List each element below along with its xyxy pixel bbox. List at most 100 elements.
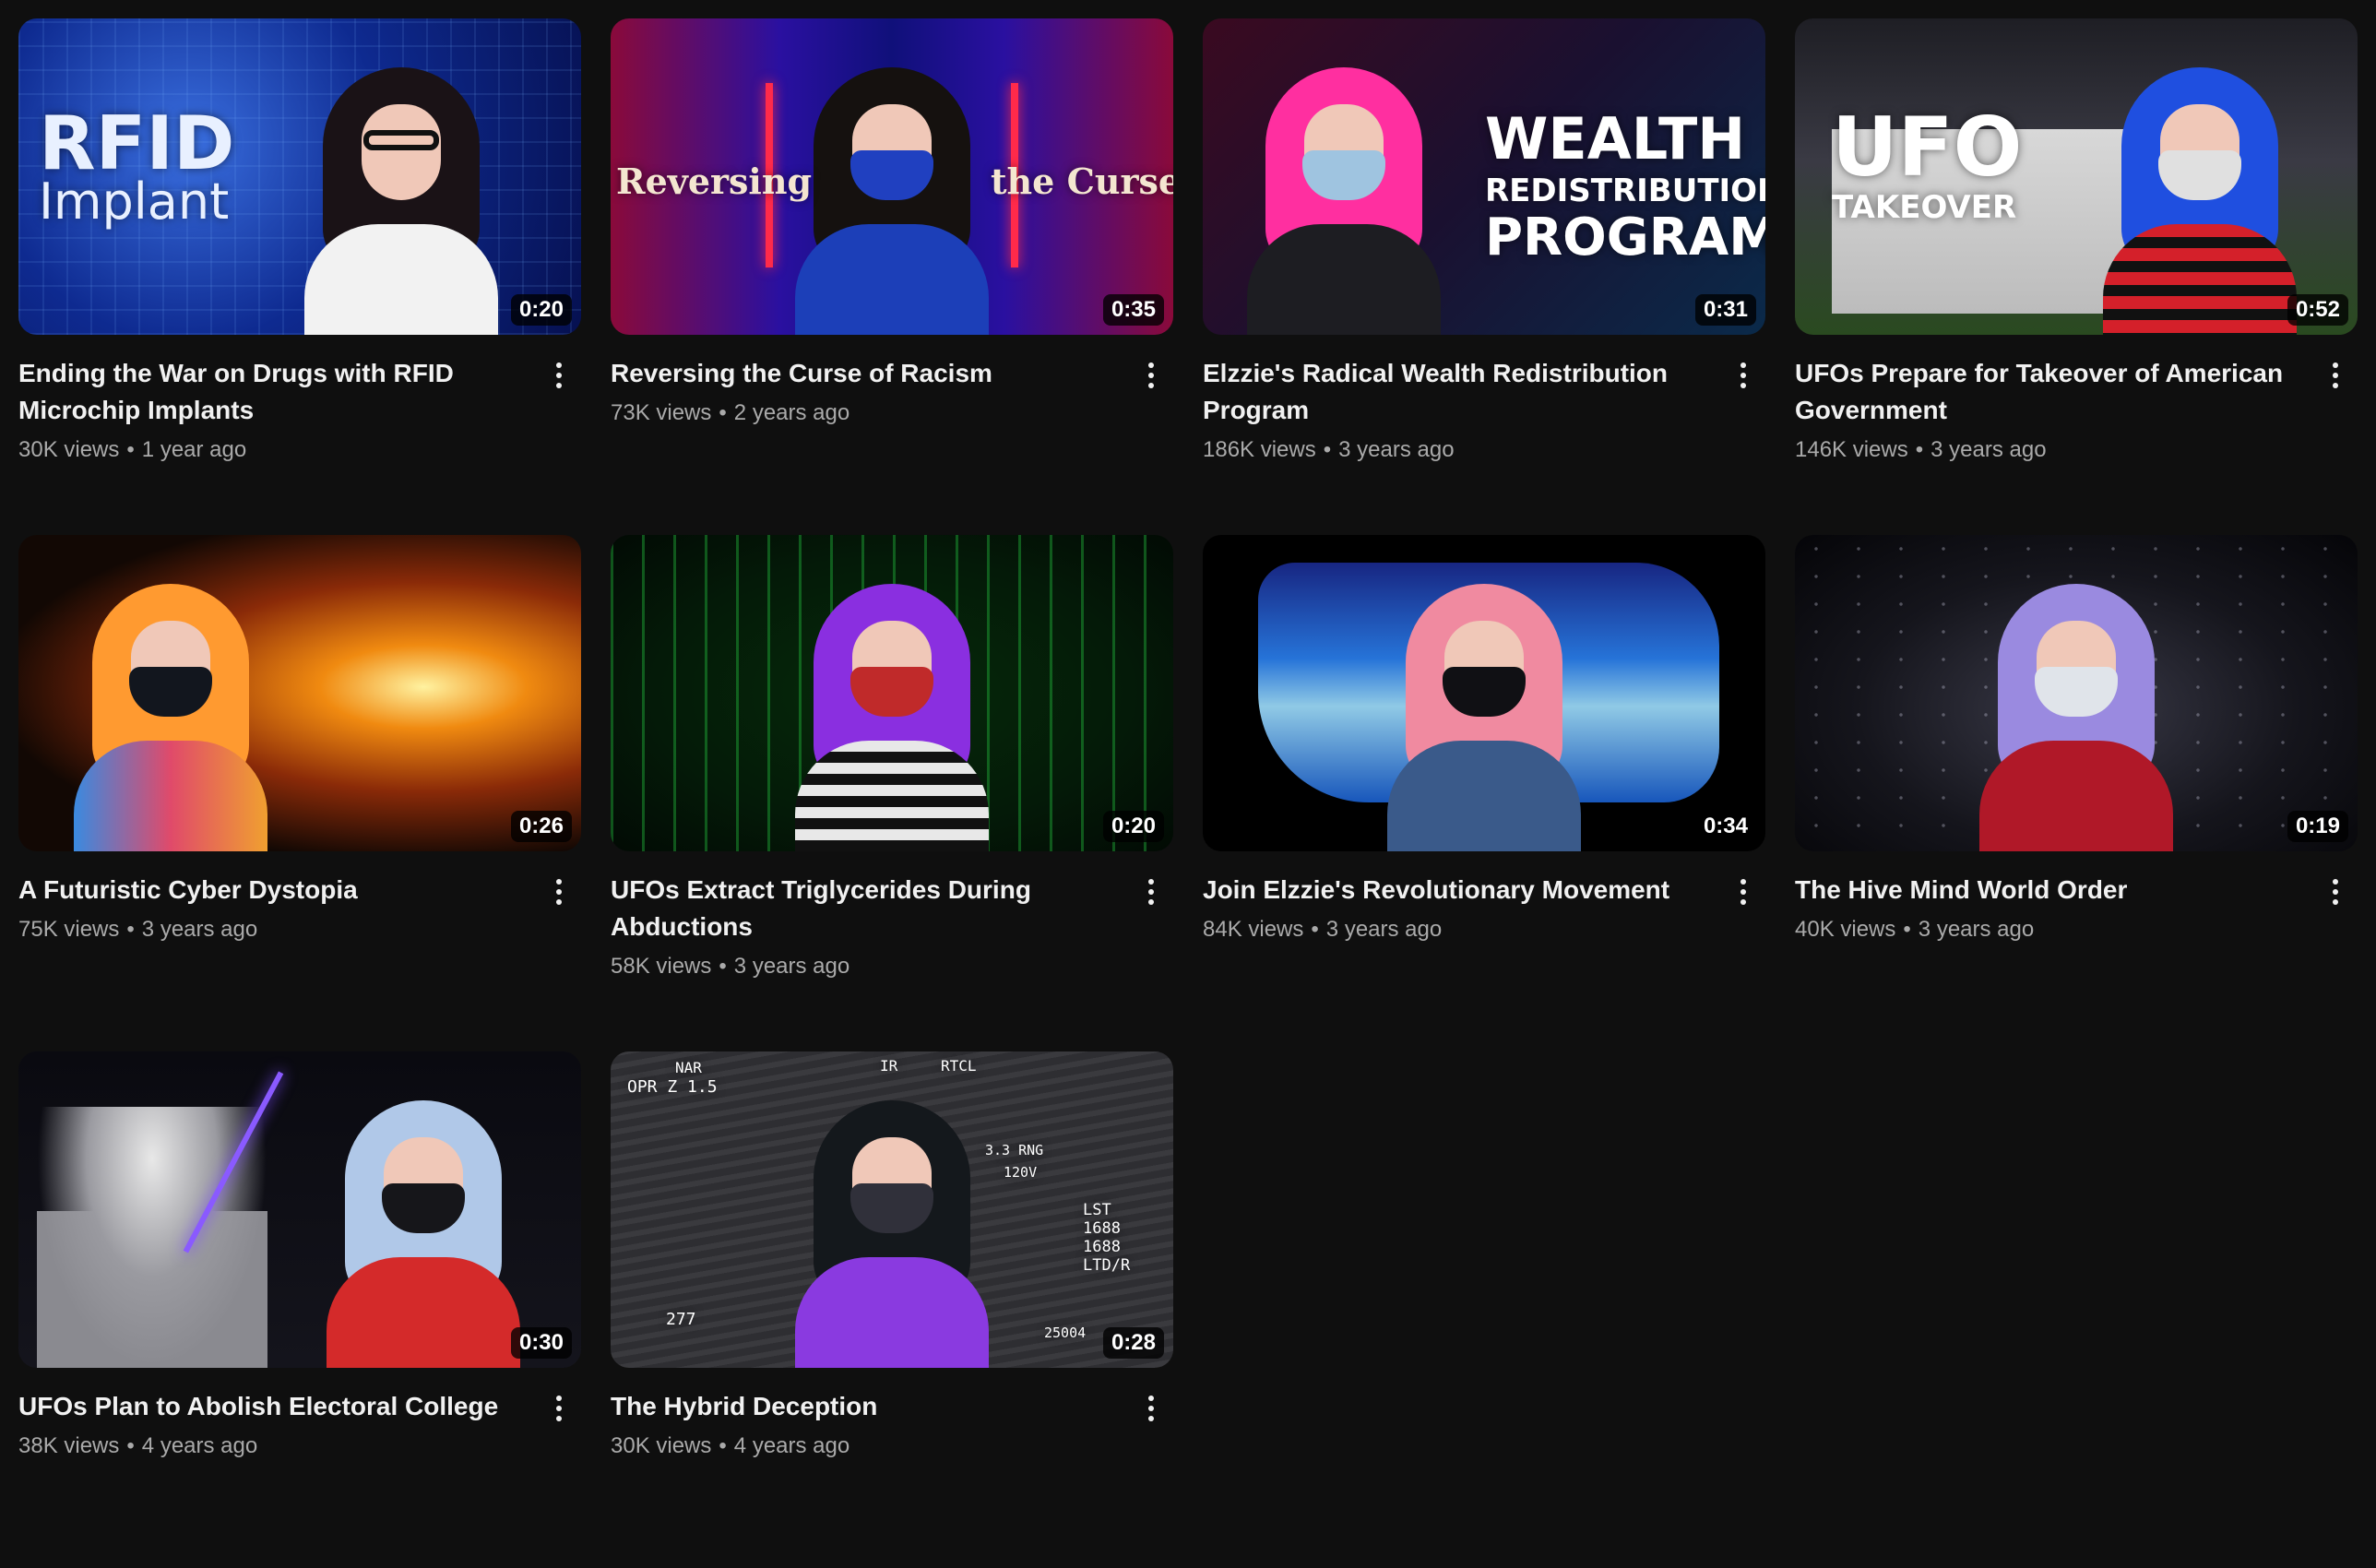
separator: •: [719, 954, 727, 979]
video-title[interactable]: Reversing the Curse of Racism: [611, 355, 1118, 392]
video-card[interactable]: NAR OPR Z 1.5 IR RTCL 3.3 RNG 120V LST 1…: [611, 1051, 1173, 1568]
separator: •: [1311, 917, 1319, 942]
more-vert-icon[interactable]: [1135, 357, 1168, 394]
hud-text: IR: [880, 1057, 898, 1075]
video-thumbnail[interactable]: 0:26: [18, 535, 581, 851]
view-count: 30K views: [611, 1433, 712, 1458]
duration-badge: 0:20: [1102, 811, 1164, 842]
hud-text: NAR: [675, 1059, 702, 1076]
upload-age: 3 years ago: [1930, 437, 2047, 462]
video-card[interactable]: 0:20 UFOs Extract Triglycerides During A…: [611, 535, 1173, 1051]
separator: •: [1915, 437, 1924, 462]
thumbnail-person: [327, 1091, 521, 1368]
hud-text: LTD/R: [1083, 1256, 1131, 1275]
video-card[interactable]: WEALTH REDISTRIBUTION PROGRAM 0:31 Elzzi…: [1203, 18, 1765, 535]
hud-text: LST: [1083, 1201, 1111, 1219]
hud-text: OPR Z 1.5: [627, 1077, 718, 1097]
thumbnail-text: Reversing: [616, 160, 813, 202]
thumbnail-text: TAKEOVER: [1832, 189, 2017, 226]
upload-age: 4 years ago: [141, 1433, 258, 1458]
thumbnail-text: PROGRAM: [1485, 208, 1765, 267]
duration-badge: 0:31: [1694, 294, 1756, 326]
more-vert-icon[interactable]: [2319, 873, 2352, 910]
duration-badge: 0:20: [510, 294, 572, 326]
hud-text: 277: [666, 1310, 696, 1329]
more-vert-icon[interactable]: [542, 873, 576, 910]
upload-age: 3 years ago: [1338, 437, 1455, 462]
video-title[interactable]: The Hybrid Deception: [611, 1388, 1118, 1425]
video-card[interactable]: RFID Implant 0:20 Ending the War on Drug…: [18, 18, 581, 535]
upload-age: 3 years ago: [1918, 917, 2035, 942]
upload-age: 2 years ago: [733, 400, 850, 425]
view-count: 58K views: [611, 954, 712, 979]
video-thumbnail[interactable]: 0:30: [18, 1051, 581, 1368]
more-vert-icon[interactable]: [1727, 357, 1760, 394]
video-grid: RFID Implant 0:20 Ending the War on Drug…: [18, 18, 2358, 1568]
video-title[interactable]: A Futuristic Cyber Dystopia: [18, 872, 526, 909]
capitol-building: [37, 1107, 267, 1368]
video-thumbnail[interactable]: 0:19: [1795, 535, 2358, 851]
view-count: 38K views: [18, 1433, 120, 1458]
video-thumbnail[interactable]: UFO TAKEOVER 0:52: [1795, 18, 2358, 335]
video-thumbnail[interactable]: Reversing the Curse 0:35: [611, 18, 1173, 335]
more-vert-icon[interactable]: [542, 357, 576, 394]
hud-text: 120V: [1004, 1164, 1038, 1181]
duration-badge: 0:19: [2287, 811, 2348, 842]
video-title[interactable]: Join Elzzie's Revolutionary Movement: [1203, 872, 1710, 909]
video-thumbnail[interactable]: 0:34: [1203, 535, 1765, 851]
duration-badge: 0:35: [1102, 294, 1164, 326]
more-vert-icon[interactable]: [1135, 873, 1168, 910]
thumbnail-person: [1979, 575, 2173, 851]
video-card[interactable]: Reversing the Curse 0:35 Reversing the C…: [611, 18, 1173, 535]
video-stats: 40K views • 3 years ago: [1795, 914, 2302, 945]
hud-text: 3.3 RNG: [985, 1142, 1044, 1158]
thumbnail-text: WEALTH: [1485, 105, 1746, 172]
video-title[interactable]: UFOs Extract Triglycerides During Abduct…: [611, 872, 1118, 945]
thumbnail-person: [73, 575, 267, 851]
view-count: 73K views: [611, 400, 712, 425]
thumbnail-person: [795, 1091, 989, 1368]
duration-badge: 0:34: [1694, 811, 1756, 842]
duration-badge: 0:28: [1102, 1327, 1164, 1359]
video-stats: 75K views • 3 years ago: [18, 914, 526, 945]
thumbnail-text: RFID: [39, 101, 235, 186]
video-card[interactable]: 0:30 UFOs Plan to Abolish Electoral Coll…: [18, 1051, 581, 1568]
video-stats: 73K views • 2 years ago: [611, 398, 1118, 429]
duration-badge: 0:30: [510, 1327, 572, 1359]
video-title[interactable]: The Hive Mind World Order: [1795, 872, 2302, 909]
video-card[interactable]: 0:19 The Hive Mind World Order 40K views…: [1795, 535, 2358, 1051]
video-title[interactable]: Ending the War on Drugs with RFID Microc…: [18, 355, 526, 429]
video-stats: 146K views • 3 years ago: [1795, 434, 2302, 466]
more-vert-icon[interactable]: [1135, 1390, 1168, 1427]
separator: •: [719, 400, 727, 425]
video-title[interactable]: Elzzie's Radical Wealth Redistribution P…: [1203, 355, 1710, 429]
view-count: 146K views: [1795, 437, 1908, 462]
video-card[interactable]: UFO TAKEOVER 0:52 UFOs Prepare for Takeo…: [1795, 18, 2358, 535]
duration-badge: 0:26: [510, 811, 572, 842]
view-count: 84K views: [1203, 917, 1304, 942]
video-title[interactable]: UFOs Prepare for Takeover of American Go…: [1795, 355, 2302, 429]
video-thumbnail[interactable]: WEALTH REDISTRIBUTION PROGRAM 0:31: [1203, 18, 1765, 335]
hud-text: RTCL: [941, 1057, 977, 1075]
video-card[interactable]: 0:34 Join Elzzie's Revolutionary Movemen…: [1203, 535, 1765, 1051]
separator: •: [126, 437, 135, 462]
more-vert-icon[interactable]: [1727, 873, 1760, 910]
video-stats: 58K views • 3 years ago: [611, 951, 1118, 982]
video-title[interactable]: UFOs Plan to Abolish Electoral College: [18, 1388, 526, 1425]
thumbnail-person: [303, 58, 498, 335]
upload-age: 3 years ago: [141, 917, 258, 942]
video-thumbnail[interactable]: RFID Implant 0:20: [18, 18, 581, 335]
more-vert-icon[interactable]: [2319, 357, 2352, 394]
more-vert-icon[interactable]: [542, 1390, 576, 1427]
hud-text: 25004: [1044, 1324, 1087, 1341]
thumbnail-person: [795, 575, 989, 851]
video-thumbnail[interactable]: NAR OPR Z 1.5 IR RTCL 3.3 RNG 120V LST 1…: [611, 1051, 1173, 1368]
thumbnail-person: [795, 58, 989, 335]
thumbnail-text: UFO: [1832, 100, 2023, 195]
thumbnail-text: Implant: [39, 172, 230, 231]
video-card[interactable]: 0:26 A Futuristic Cyber Dystopia 75K vie…: [18, 535, 581, 1051]
video-thumbnail[interactable]: 0:20: [611, 535, 1173, 851]
video-stats: 30K views • 4 years ago: [611, 1431, 1118, 1462]
thumbnail-text: the Curse: [991, 160, 1173, 202]
view-count: 186K views: [1203, 437, 1316, 462]
